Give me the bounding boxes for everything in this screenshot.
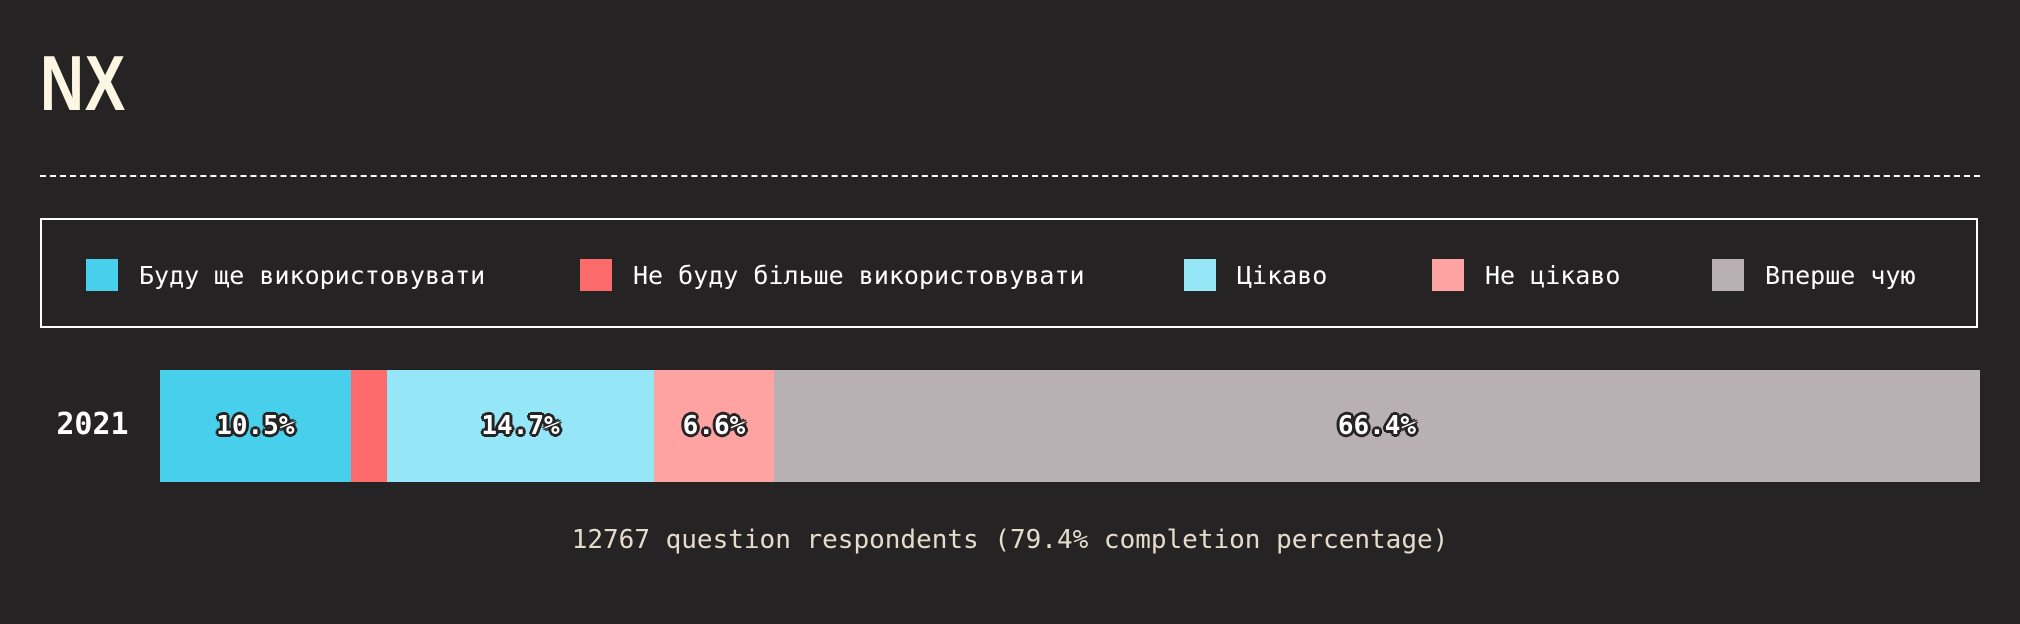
stacked-bar-2021: 10.5% 14.7% 6.6% 66.4%	[160, 370, 1980, 482]
data-label: 66.4%	[1337, 411, 1417, 441]
legend-item-never-heard: Вперше чую	[1712, 259, 1916, 291]
legend-swatch-wont-use-again	[580, 259, 612, 291]
legend-label: Буду ще використовувати	[139, 260, 486, 290]
row-label-2021: 2021	[56, 407, 129, 442]
dashed-divider	[40, 175, 1980, 177]
legend-swatch-interested	[1184, 259, 1216, 291]
legend-swatch-never-heard	[1712, 259, 1744, 291]
legend-label: Цікаво	[1237, 260, 1328, 290]
data-label: 6.6%	[682, 411, 746, 441]
legend-swatch-not-interested	[1432, 259, 1464, 291]
legend-label: Не цікаво	[1485, 260, 1621, 290]
chart-title: NX	[40, 39, 127, 127]
data-label: 10.5%	[216, 411, 295, 441]
legend-label: Не буду більше використовувати	[633, 260, 1085, 290]
seg-wont-use-again	[350, 370, 388, 482]
legend-item-wont-use-again: Не буду більше використовувати	[580, 259, 1085, 291]
respondents-footnote: 12767 question respondents (79.4% comple…	[571, 525, 1449, 555]
legend-swatch-will-use-again	[86, 259, 118, 291]
legend-label: Вперше чую	[1765, 260, 1916, 290]
legend-item-not-interested: Не цікаво	[1432, 259, 1620, 291]
legend-item-interested: Цікаво	[1184, 259, 1327, 291]
data-label: 14.7%	[481, 411, 560, 441]
legend: Буду ще використовувати Не буду більше в…	[40, 218, 1978, 328]
legend-item-will-use-again: Буду ще використовувати	[86, 259, 485, 291]
